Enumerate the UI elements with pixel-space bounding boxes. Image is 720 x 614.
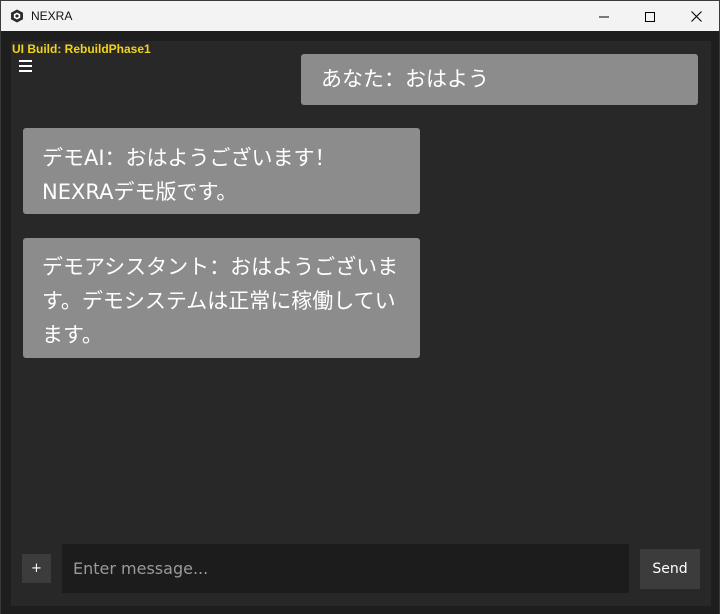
window-controls — [581, 1, 719, 31]
attach-button[interactable]: + — [22, 554, 51, 583]
minimize-button[interactable] — [581, 1, 627, 31]
message-text: あなた：おはよう — [321, 67, 489, 91]
title-bar[interactable]: NEXRA — [1, 1, 719, 31]
send-button[interactable]: Send — [640, 549, 700, 589]
assistant-message-bubble: デモアシスタント：おはようございます。デモシステムは正常に稼働しています。 — [23, 238, 420, 358]
maximize-icon — [645, 7, 655, 26]
build-label: UI Build: RebuildPhase1 — [12, 42, 151, 56]
assistant-message-bubble: デモAI：おはようございます！ NEXRAデモ版です。 — [23, 128, 420, 214]
maximize-button[interactable] — [627, 1, 673, 31]
window-title: NEXRA — [31, 9, 73, 23]
user-message-bubble: あなた：おはよう — [301, 54, 698, 105]
nexra-logo-icon — [10, 9, 24, 23]
app-window: NEXRA UI Build: RebuildPhase1 あなた：おはよう デ… — [0, 0, 720, 614]
hamburger-menu-icon[interactable] — [19, 59, 33, 73]
minimize-icon — [599, 7, 609, 26]
close-button[interactable] — [673, 1, 719, 31]
message-text: デモアシスタント：おはようございます。デモシステムは正常に稼働しています。 — [42, 255, 399, 347]
close-icon — [690, 7, 702, 26]
message-input[interactable] — [62, 544, 629, 593]
message-text: デモAI：おはようございます！ NEXRAデモ版です。 — [42, 146, 336, 204]
